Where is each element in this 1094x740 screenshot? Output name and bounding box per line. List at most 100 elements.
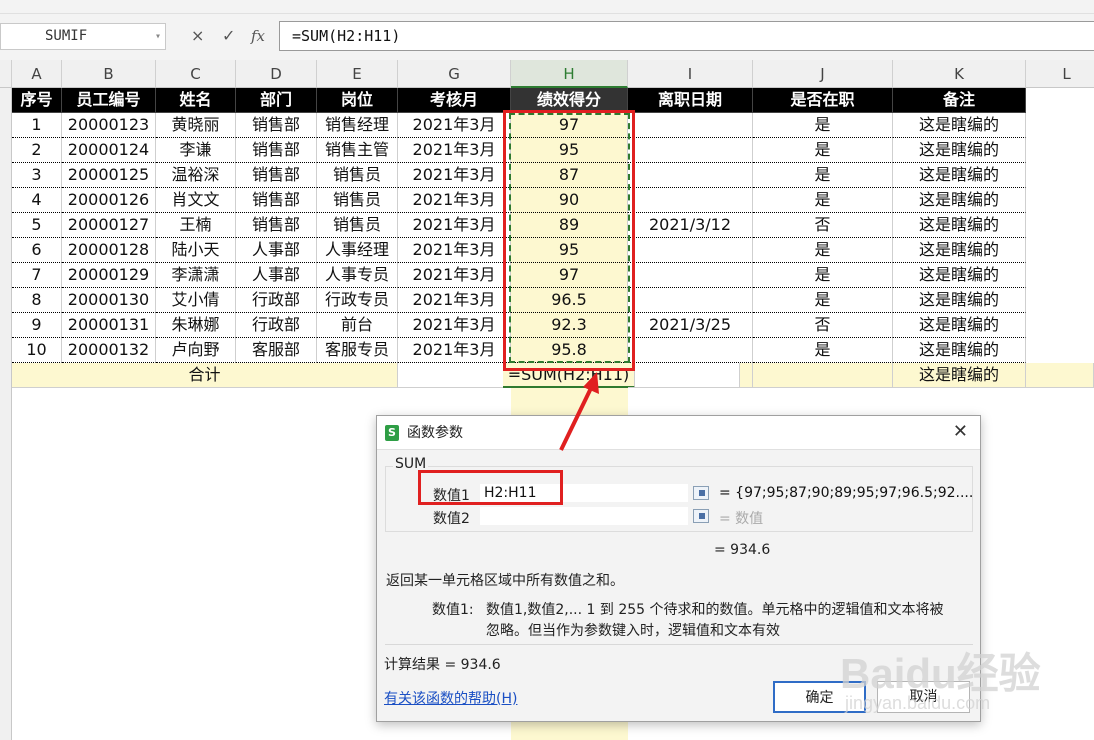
table-cell[interactable] [628,288,753,313]
table-cell[interactable]: 是 [753,138,893,163]
column-header-b[interactable]: B [62,60,156,88]
table-cell[interactable] [628,363,740,388]
table-cell[interactable]: 这是瞎编的 [893,288,1026,313]
header-cell[interactable]: 备注 [893,88,1026,113]
table-cell[interactable]: 20000131 [62,313,156,338]
range-select-icon[interactable] [693,486,709,500]
header-cell[interactable]: 离职日期 [628,88,753,113]
table-cell[interactable]: 7 [12,263,62,288]
table-cell[interactable]: 否 [753,313,893,338]
table-cell[interactable]: 2021年3月 [398,338,511,363]
table-cell[interactable]: 2021年3月 [398,313,511,338]
range-select-icon[interactable] [693,509,709,523]
table-cell[interactable]: 行政部 [236,313,317,338]
check-icon[interactable]: ✓ [222,24,235,48]
table-cell[interactable]: 20000132 [62,338,156,363]
table-cell[interactable]: 2021年3月 [398,113,511,138]
table-cell[interactable]: 这是瞎编的 [893,138,1026,163]
table-cell[interactable]: 人事专员 [317,263,398,288]
table-cell[interactable]: 这是瞎编的 [893,113,1026,138]
table-cell[interactable]: 10 [12,338,62,363]
table-cell[interactable]: 2021年3月 [398,238,511,263]
table-cell[interactable]: 李谦 [156,138,236,163]
row-header-strip[interactable] [0,88,12,740]
table-cell[interactable]: 王楠 [156,213,236,238]
table-cell[interactable]: 是 [753,238,893,263]
help-link[interactable]: 有关该函数的帮助(H) [384,688,517,708]
table-cell[interactable] [628,338,753,363]
column-header-e[interactable]: E [317,60,398,88]
table-cell[interactable]: 4 [12,188,62,213]
table-cell[interactable]: 销售部 [236,188,317,213]
table-cell[interactable]: 黄晓丽 [156,113,236,138]
table-cell[interactable]: 5 [12,213,62,238]
chevron-down-icon[interactable]: ▾ [155,24,161,49]
total-label-cell[interactable]: 合计 [12,363,398,388]
table-cell[interactable]: 2021年3月 [398,263,511,288]
table-cell[interactable]: 这是瞎编的 [893,188,1026,213]
table-cell[interactable] [628,188,753,213]
table-cell[interactable]: 2021/3/12 [628,213,753,238]
column-header-c[interactable]: C [156,60,236,88]
table-cell[interactable]: 销售员 [317,188,398,213]
table-cell[interactable]: 是 [753,263,893,288]
table-cell[interactable]: 这是瞎编的 [893,263,1026,288]
table-cell[interactable] [753,363,893,388]
table-cell[interactable]: 销售员 [317,213,398,238]
table-cell[interactable]: 温裕深 [156,163,236,188]
table-cell[interactable]: 这是瞎编的 [893,338,1026,363]
table-cell[interactable]: 8 [12,288,62,313]
table-cell[interactable] [628,138,753,163]
table-cell[interactable]: 销售员 [317,163,398,188]
fx-icon[interactable]: fx [251,24,265,48]
table-cell[interactable]: 这是瞎编的 [893,163,1026,188]
column-header-d[interactable]: D [236,60,317,88]
cancel-icon[interactable]: × [191,24,204,48]
table-cell[interactable]: 2021年3月 [398,138,511,163]
header-cell[interactable]: 是否在职 [753,88,893,113]
table-cell[interactable]: 行政部 [236,288,317,313]
table-cell[interactable]: 1 [12,113,62,138]
table-cell[interactable]: 陆小天 [156,238,236,263]
header-cell[interactable]: 考核月 [398,88,511,113]
table-cell[interactable]: 20000129 [62,263,156,288]
table-cell[interactable]: 否 [753,213,893,238]
table-cell[interactable]: 这是瞎编的 [893,313,1026,338]
table-cell[interactable]: 销售部 [236,113,317,138]
table-cell[interactable]: 是 [753,188,893,213]
table-cell[interactable]: 卢向野 [156,338,236,363]
column-header-k[interactable]: K [893,60,1026,88]
table-cell[interactable]: 销售部 [236,213,317,238]
table-cell[interactable]: 是 [753,113,893,138]
table-cell[interactable]: 2021年3月 [398,213,511,238]
table-cell[interactable]: 20000126 [62,188,156,213]
table-cell[interactable]: 20000130 [62,288,156,313]
header-cell[interactable]: 岗位 [317,88,398,113]
table-cell[interactable]: 20000124 [62,138,156,163]
table-cell[interactable]: 2021年3月 [398,188,511,213]
table-cell[interactable] [628,263,753,288]
select-all-corner[interactable] [0,60,12,88]
table-cell[interactable]: 20000127 [62,213,156,238]
table-cell[interactable]: 9 [12,313,62,338]
header-cell[interactable]: 序号 [12,88,62,113]
table-cell[interactable]: 人事部 [236,238,317,263]
table-cell[interactable]: 人事部 [236,263,317,288]
header-cell[interactable]: 姓名 [156,88,236,113]
table-cell[interactable]: 20000123 [62,113,156,138]
table-cell[interactable]: 艾小倩 [156,288,236,313]
column-header-a[interactable]: A [12,60,62,88]
table-cell[interactable]: 销售部 [236,163,317,188]
table-cell[interactable]: 6 [12,238,62,263]
column-header-l[interactable]: L [1026,60,1094,88]
close-icon[interactable]: ✕ [953,416,968,448]
table-cell[interactable]: 行政专员 [317,288,398,313]
table-cell[interactable]: 3 [12,163,62,188]
table-cell[interactable] [1026,363,1094,388]
table-cell[interactable]: 是 [753,163,893,188]
table-cell[interactable]: 前台 [317,313,398,338]
table-cell[interactable] [740,363,753,388]
table-cell[interactable]: 肖文文 [156,188,236,213]
table-cell[interactable]: 是 [753,338,893,363]
table-cell[interactable]: 这是瞎编的 [893,238,1026,263]
